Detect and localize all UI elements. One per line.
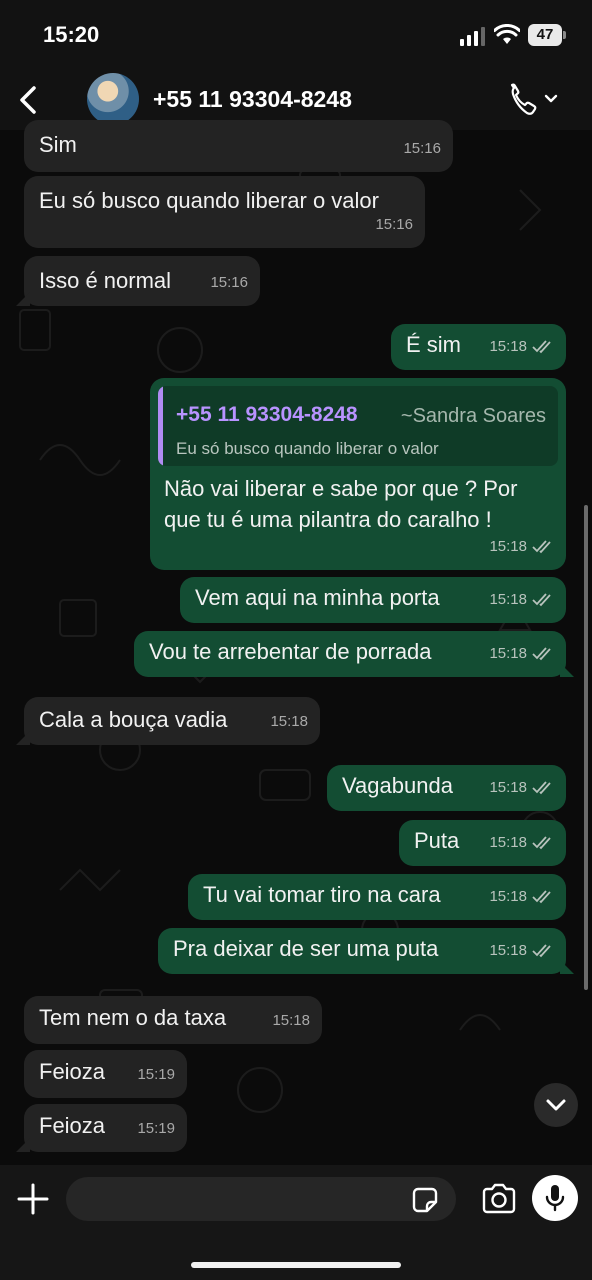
message-text: Sim: [39, 132, 77, 157]
message-time: 15:19: [137, 1120, 175, 1137]
battery-level: 47: [528, 24, 562, 46]
bubble-tail: [16, 1138, 30, 1152]
message-time: 15:18: [489, 882, 554, 912]
message-time: 15:18: [489, 828, 554, 858]
scroll-down-button[interactable]: [534, 1083, 578, 1127]
message-text: Vem aqui na minha porta: [195, 585, 440, 610]
chat-screen: 15:20 47 +55 11 93304-8248 Sim 15:16 Eu …: [0, 0, 592, 1280]
message-list[interactable]: Sim 15:16 Eu só busco quando liberar o v…: [0, 120, 592, 1165]
message-outgoing[interactable]: Vem aqui na minha porta 15:18: [180, 577, 566, 623]
message-time: 15:18: [272, 1012, 310, 1029]
message-text: Puta: [414, 828, 460, 853]
message-text: Vagabunda: [342, 773, 453, 798]
message-time: 15:16: [375, 216, 413, 233]
bubble-tail: [560, 663, 574, 677]
chevron-down-icon: [546, 1099, 566, 1111]
message-text: É sim: [406, 332, 461, 357]
sticker-icon[interactable]: [410, 1185, 440, 1215]
message-text: Tu vai tomar tiro na cara: [203, 882, 441, 907]
double-check-icon: [532, 340, 551, 354]
input-bar: [0, 1165, 592, 1280]
message-outgoing[interactable]: Vagabunda 15:18: [327, 765, 566, 811]
mic-button[interactable]: [532, 1175, 578, 1221]
message-time: 15:16: [210, 274, 248, 291]
message-text: Tem nem o da taxa: [39, 1005, 227, 1030]
message-time: 15:16: [403, 140, 441, 157]
double-check-icon: [532, 593, 551, 607]
status-bar: 15:20 47: [0, 0, 592, 70]
message-outgoing-reply[interactable]: +55 11 93304-8248 ~Sandra Soares Eu só b…: [150, 378, 566, 570]
quoted-message[interactable]: +55 11 93304-8248 ~Sandra Soares Eu só b…: [158, 386, 558, 466]
message-time: 15:18: [489, 936, 554, 966]
double-check-icon: [532, 836, 551, 850]
message-text: Isso é normal: [39, 268, 172, 293]
double-check-icon: [532, 944, 551, 958]
battery-icon: 47: [528, 24, 566, 46]
message-text: Feioza: [39, 1059, 106, 1084]
double-check-icon: [532, 647, 551, 661]
message-outgoing[interactable]: É sim 15:18: [391, 324, 566, 370]
avatar[interactable]: [87, 73, 139, 125]
bubble-tail: [16, 731, 30, 745]
message-incoming[interactable]: Feioza 15:19: [16, 1104, 187, 1152]
message-time: 15:18: [489, 639, 554, 669]
message-incoming[interactable]: Isso é normal 15:16: [16, 256, 260, 306]
message-text-line: Não vai liberar e sabe por que ? Por: [164, 476, 518, 501]
quote-text: Eu só busco quando liberar o valor: [176, 439, 439, 458]
message-incoming[interactable]: Cala a bouça vadia 15:18: [16, 697, 320, 745]
message-incoming[interactable]: Sim 15:16: [24, 120, 453, 172]
double-check-icon: [532, 890, 551, 904]
chevron-down-icon: [544, 94, 558, 103]
message-text: Feioza: [39, 1113, 106, 1138]
message-time: 15:18: [489, 332, 554, 362]
message-time: 15:18: [489, 532, 554, 562]
message-text: Eu só busco quando liberar o valor: [39, 188, 379, 213]
contact-name[interactable]: +55 11 93304-8248: [153, 86, 352, 113]
message-text: Pra deixar de ser uma puta: [173, 936, 439, 961]
double-check-icon: [532, 781, 551, 795]
message-text-line: que tu é uma pilantra do caralho !: [164, 507, 492, 532]
message-text: Cala a bouça vadia: [39, 707, 228, 732]
message-time: 15:19: [137, 1066, 175, 1083]
scrollbar[interactable]: [584, 505, 588, 990]
message-time: 15:18: [270, 713, 308, 730]
message-time: 15:18: [489, 773, 554, 803]
signal-icon: [460, 27, 485, 46]
mic-icon: [545, 1185, 565, 1212]
wifi-icon: [494, 24, 520, 44]
message-text: Vou te arrebentar de porrada: [149, 639, 432, 664]
double-check-icon: [532, 540, 551, 554]
home-indicator[interactable]: [191, 1262, 401, 1268]
bubble-tail: [16, 292, 30, 306]
quote-author: +55 11 93304-8248: [176, 403, 358, 426]
message-time: 15:18: [489, 585, 554, 615]
message-outgoing[interactable]: Pra deixar de ser uma puta 15:18: [158, 928, 574, 974]
quote-alias: ~Sandra Soares: [400, 405, 546, 427]
message-input[interactable]: [66, 1177, 456, 1221]
message-incoming[interactable]: Eu só busco quando liberar o valor 15:16: [24, 176, 425, 248]
battery-tip: [563, 31, 566, 39]
plus-icon[interactable]: [16, 1182, 50, 1216]
bubble-tail: [560, 960, 574, 974]
message-outgoing[interactable]: Puta 15:18: [399, 820, 566, 866]
status-time: 15:20: [43, 22, 100, 47]
message-incoming[interactable]: Feioza 15:19: [24, 1050, 187, 1098]
message-incoming[interactable]: Tem nem o da taxa 15:18: [24, 996, 322, 1044]
message-outgoing[interactable]: Vou te arrebentar de porrada 15:18: [134, 631, 574, 677]
quote-accent-bar: [158, 386, 163, 466]
camera-icon[interactable]: [480, 1182, 518, 1216]
back-icon[interactable]: [14, 80, 44, 120]
phone-icon[interactable]: [508, 82, 560, 118]
message-outgoing[interactable]: Tu vai tomar tiro na cara 15:18: [188, 874, 566, 920]
